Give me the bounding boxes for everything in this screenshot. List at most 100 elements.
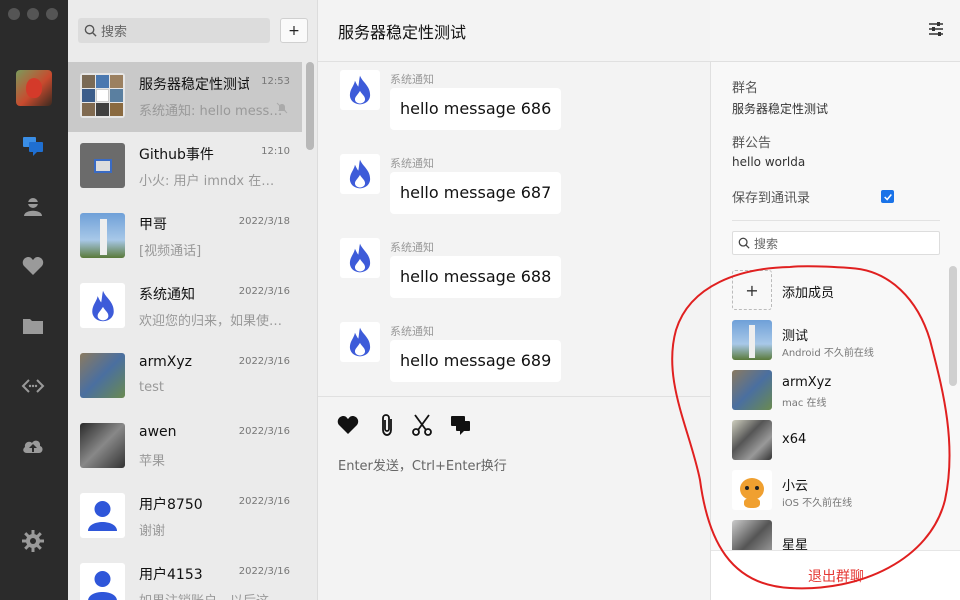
- fire-icon[interactable]: [340, 322, 380, 362]
- code-icon[interactable]: [20, 373, 46, 399]
- session-item[interactable]: 甲哥 2022/3/18 [视频通话]: [68, 202, 302, 272]
- session-preview: 如果注销账户，以后这: [139, 590, 287, 600]
- session-avatar: [80, 143, 125, 188]
- settings-icon[interactable]: [20, 528, 46, 554]
- member-status: iOS 不久前在线: [782, 498, 853, 509]
- session-item[interactable]: 用户8750 2022/3/16 谢谢: [68, 482, 302, 552]
- save-to-contacts-label: 保存到通讯录: [732, 191, 811, 206]
- user-avatar-icon: [80, 563, 125, 600]
- session-item[interactable]: armXyz 2022/3/16 test: [68, 342, 302, 412]
- session-name: 系统通知: [139, 287, 195, 303]
- message-sender: 系统通知: [390, 241, 434, 254]
- group-notice-value[interactable]: hello worlda: [732, 155, 805, 169]
- search-placeholder: 搜索: [101, 25, 128, 40]
- session-time: 12:10: [261, 146, 290, 157]
- favorites-icon[interactable]: [20, 253, 46, 279]
- group-name-value[interactable]: 服务器稳定性测试: [732, 100, 828, 117]
- scissors-icon[interactable]: [410, 413, 434, 437]
- sliders-icon[interactable]: [927, 20, 945, 38]
- session-item[interactable]: Github事件 12:10 小火: 用户 imndx 在仓库中: [68, 132, 302, 202]
- session-name: 甲哥: [139, 217, 167, 233]
- member-item[interactable]: x64: [732, 420, 942, 464]
- heart-icon[interactable]: [336, 413, 360, 437]
- member-list-scrollbar[interactable]: [949, 266, 957, 386]
- folder-icon[interactable]: [20, 313, 46, 339]
- save-to-contacts-checkbox[interactable]: [881, 190, 894, 203]
- session-time: 2022/3/18: [238, 216, 290, 227]
- message-sender: 系统通知: [390, 325, 434, 338]
- contacts-icon[interactable]: [20, 193, 46, 219]
- tiger-avatar: [732, 470, 772, 510]
- message-item: 系统通知 hello message 686: [340, 70, 700, 140]
- session-search-input[interactable]: 搜索: [78, 18, 270, 43]
- composer-hint: Enter发送，Ctrl+Enter换行: [338, 459, 507, 474]
- session-list-scrollbar[interactable]: [306, 62, 314, 150]
- group-name-label: 群名: [732, 81, 759, 96]
- member-avatar: [732, 370, 772, 410]
- fire-icon[interactable]: [340, 70, 380, 110]
- member-item[interactable]: 小云 iOS 不久前在线: [732, 470, 942, 514]
- message-composer[interactable]: Enter发送，Ctrl+Enter换行: [318, 396, 935, 600]
- close-window-button[interactable]: [8, 8, 20, 20]
- session-preview: [视频通话]: [139, 244, 202, 259]
- session-name: 用户4153: [139, 567, 203, 583]
- fire-icon[interactable]: [340, 154, 380, 194]
- mute-bell-icon: [276, 102, 288, 114]
- quit-group-button[interactable]: 退出群聊: [711, 550, 960, 600]
- session-preview: 欢迎您的归来，如果使用中: [139, 314, 287, 329]
- chat-bubbles-icon[interactable]: [448, 413, 472, 437]
- search-icon: [738, 237, 750, 249]
- session-name: Github事件: [139, 147, 214, 163]
- group-notice-label: 群公告: [732, 136, 772, 151]
- member-name: 测试: [782, 329, 809, 344]
- chat-icon[interactable]: [20, 133, 46, 159]
- session-name: armXyz: [139, 354, 192, 370]
- session-preview: test: [139, 380, 164, 395]
- member-item[interactable]: 测试 Android 不久前在线: [732, 320, 942, 364]
- message-item: 系统通知 hello message 687: [340, 154, 700, 224]
- maximize-window-button[interactable]: [46, 8, 58, 20]
- group-info-panel: 群名 服务器稳定性测试 群公告 hello worlda 保存到通讯录 搜索 +…: [710, 62, 960, 600]
- session-avatar: [80, 213, 125, 258]
- message-bubble[interactable]: hello message 689: [390, 340, 562, 382]
- session-name: 用户8750: [139, 497, 203, 513]
- session-preview: 系统通知: hello message 689: [139, 104, 287, 119]
- message-sender: 系统通知: [390, 73, 434, 86]
- upload-icon[interactable]: [20, 433, 46, 459]
- member-name: x64: [782, 432, 807, 447]
- member-avatar: [732, 320, 772, 360]
- message-bubble[interactable]: hello message 686: [390, 88, 562, 130]
- session-avatar: [80, 423, 125, 468]
- member-item[interactable]: armXyz mac 在线: [732, 370, 942, 414]
- session-item[interactable]: 系统通知 2022/3/16 欢迎您的归来，如果使用中: [68, 272, 302, 342]
- add-member-label: 添加成员: [782, 286, 835, 301]
- attachment-icon[interactable]: [375, 413, 399, 437]
- add-chat-button[interactable]: +: [280, 18, 308, 43]
- session-time: 2022/3/16: [238, 356, 290, 367]
- member-search-placeholder: 搜索: [754, 236, 779, 251]
- member-status: mac 在线: [782, 398, 827, 409]
- add-member-icon: +: [732, 270, 772, 310]
- session-time: 2022/3/16: [238, 426, 290, 437]
- panel-divider: [732, 220, 940, 221]
- add-member-button[interactable]: + 添加成员: [732, 270, 942, 314]
- my-avatar[interactable]: [16, 70, 52, 106]
- session-preview: 苹果: [139, 454, 166, 469]
- session-item[interactable]: awen 2022/3/16 苹果: [68, 412, 302, 482]
- message-bubble[interactable]: hello message 687: [390, 172, 562, 214]
- fire-icon: [80, 283, 125, 328]
- session-item[interactable]: 用户4153 2022/3/16 如果注销账户，以后这: [68, 552, 302, 600]
- fire-icon[interactable]: [340, 238, 380, 278]
- group-avatar: [80, 73, 125, 118]
- check-icon: [883, 193, 892, 201]
- member-avatar: [732, 420, 772, 460]
- message-item: 系统通知 hello message 689: [340, 322, 700, 392]
- session-item[interactable]: 服务器稳定性测试 12:53 系统通知: hello message 689: [68, 62, 302, 132]
- message-bubble[interactable]: hello message 688: [390, 256, 562, 298]
- message-item: 系统通知 hello message 688: [340, 238, 700, 308]
- chat-area: 服务器稳定性测试 系统通知 hello message 686 系统通知 hel…: [318, 0, 935, 600]
- user-avatar-icon: [80, 493, 125, 538]
- member-search-input[interactable]: 搜索: [732, 231, 940, 255]
- session-name: awen: [139, 424, 177, 440]
- minimize-window-button[interactable]: [27, 8, 39, 20]
